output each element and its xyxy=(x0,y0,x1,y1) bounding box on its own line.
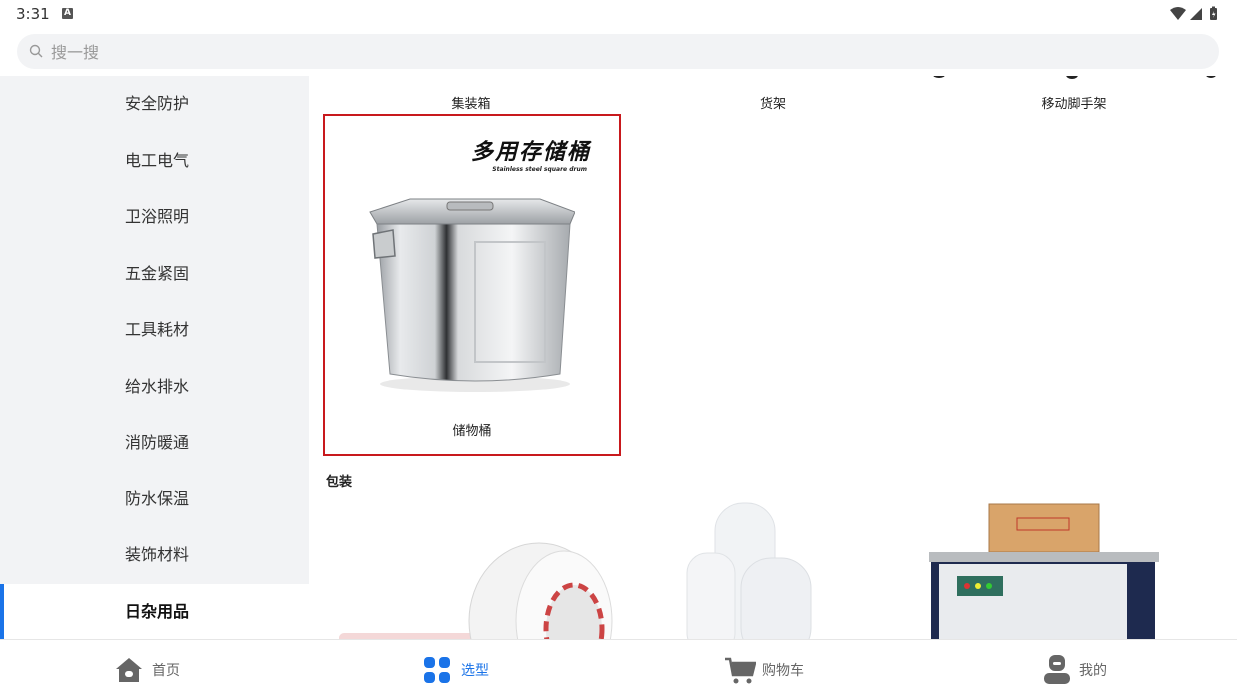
user-icon xyxy=(1044,655,1070,684)
product-card-label: 储物桶 xyxy=(452,424,492,439)
tab-cart[interactable]: 购物车 xyxy=(724,640,924,696)
bucket-image xyxy=(369,198,575,392)
search-box[interactable] xyxy=(17,34,1219,71)
sidebar-item-electrical[interactable]: 电工电气 xyxy=(0,133,309,189)
tape-roll-image[interactable] xyxy=(339,541,639,639)
product-grid: 集装箱 货架 移动脚手架 多用存储桶 Stainless steel squar… xyxy=(309,76,1237,639)
product-container[interactable]: 集装箱 xyxy=(381,93,561,112)
cart-icon xyxy=(725,657,756,684)
sidebar-item-plumbing[interactable]: 给水排水 xyxy=(0,359,309,415)
category-sidebar: 安全防护 电工电气 卫浴照明 五金紧固 工具耗材 给水排水 消防暖通 防水保温 … xyxy=(0,76,309,640)
tab-cart-label: 购物车 xyxy=(762,663,804,679)
product-card-storage-bucket[interactable]: 多用存储桶 Stainless steel square drum 储物桶 xyxy=(323,114,621,456)
sidebar-item-decoration[interactable]: 装饰材料 xyxy=(0,527,309,583)
home-icon xyxy=(116,658,142,682)
sidebar-item-hvac[interactable]: 消防暖通 xyxy=(0,415,309,471)
grid-icon xyxy=(424,657,450,683)
tab-profile-label: 我的 xyxy=(1079,663,1107,679)
sidebar-item-insulation[interactable]: 防水保温 xyxy=(0,471,309,527)
bottom-tab-bar: 首页 选型 购物车 我的 xyxy=(0,639,1237,696)
status-bar: 3:31 A xyxy=(0,0,1237,28)
sidebar-item-safety[interactable]: 安全防护 xyxy=(0,76,309,132)
sidebar-item-household[interactable]: 日杂用品 xyxy=(0,584,309,640)
notification-icon: A xyxy=(62,8,73,19)
product-scaffold[interactable]: 移动脚手架 xyxy=(984,93,1164,112)
tab-profile[interactable]: 我的 xyxy=(1043,640,1237,696)
search-input[interactable] xyxy=(49,34,1153,71)
product-shelf[interactable]: 货架 xyxy=(683,93,863,112)
section-title-packaging: 包装 xyxy=(326,475,353,490)
stretch-film-image[interactable] xyxy=(681,498,861,639)
tab-home[interactable]: 首页 xyxy=(114,640,314,696)
tab-selection[interactable]: 选型 xyxy=(423,640,623,696)
strapping-machine-image[interactable] xyxy=(927,502,1167,639)
banner-subtitle: Stainless steel square drum xyxy=(492,166,587,173)
tab-selection-label: 选型 xyxy=(461,663,489,679)
status-icons xyxy=(1169,6,1221,26)
search-bar xyxy=(0,28,1237,76)
sidebar-item-hardware[interactable]: 五金紧固 xyxy=(0,246,309,302)
banner-title: 多用存储桶 xyxy=(470,140,591,165)
search-icon xyxy=(29,44,43,58)
tab-home-label: 首页 xyxy=(152,663,180,679)
sidebar-item-tools[interactable]: 工具耗材 xyxy=(0,302,309,358)
scaffold-wheels-image xyxy=(933,76,1216,79)
status-time: 3:31 xyxy=(16,5,50,23)
wifi-signal-battery-icon xyxy=(1170,6,1217,20)
sidebar-item-bath-lighting[interactable]: 卫浴照明 xyxy=(0,189,309,245)
